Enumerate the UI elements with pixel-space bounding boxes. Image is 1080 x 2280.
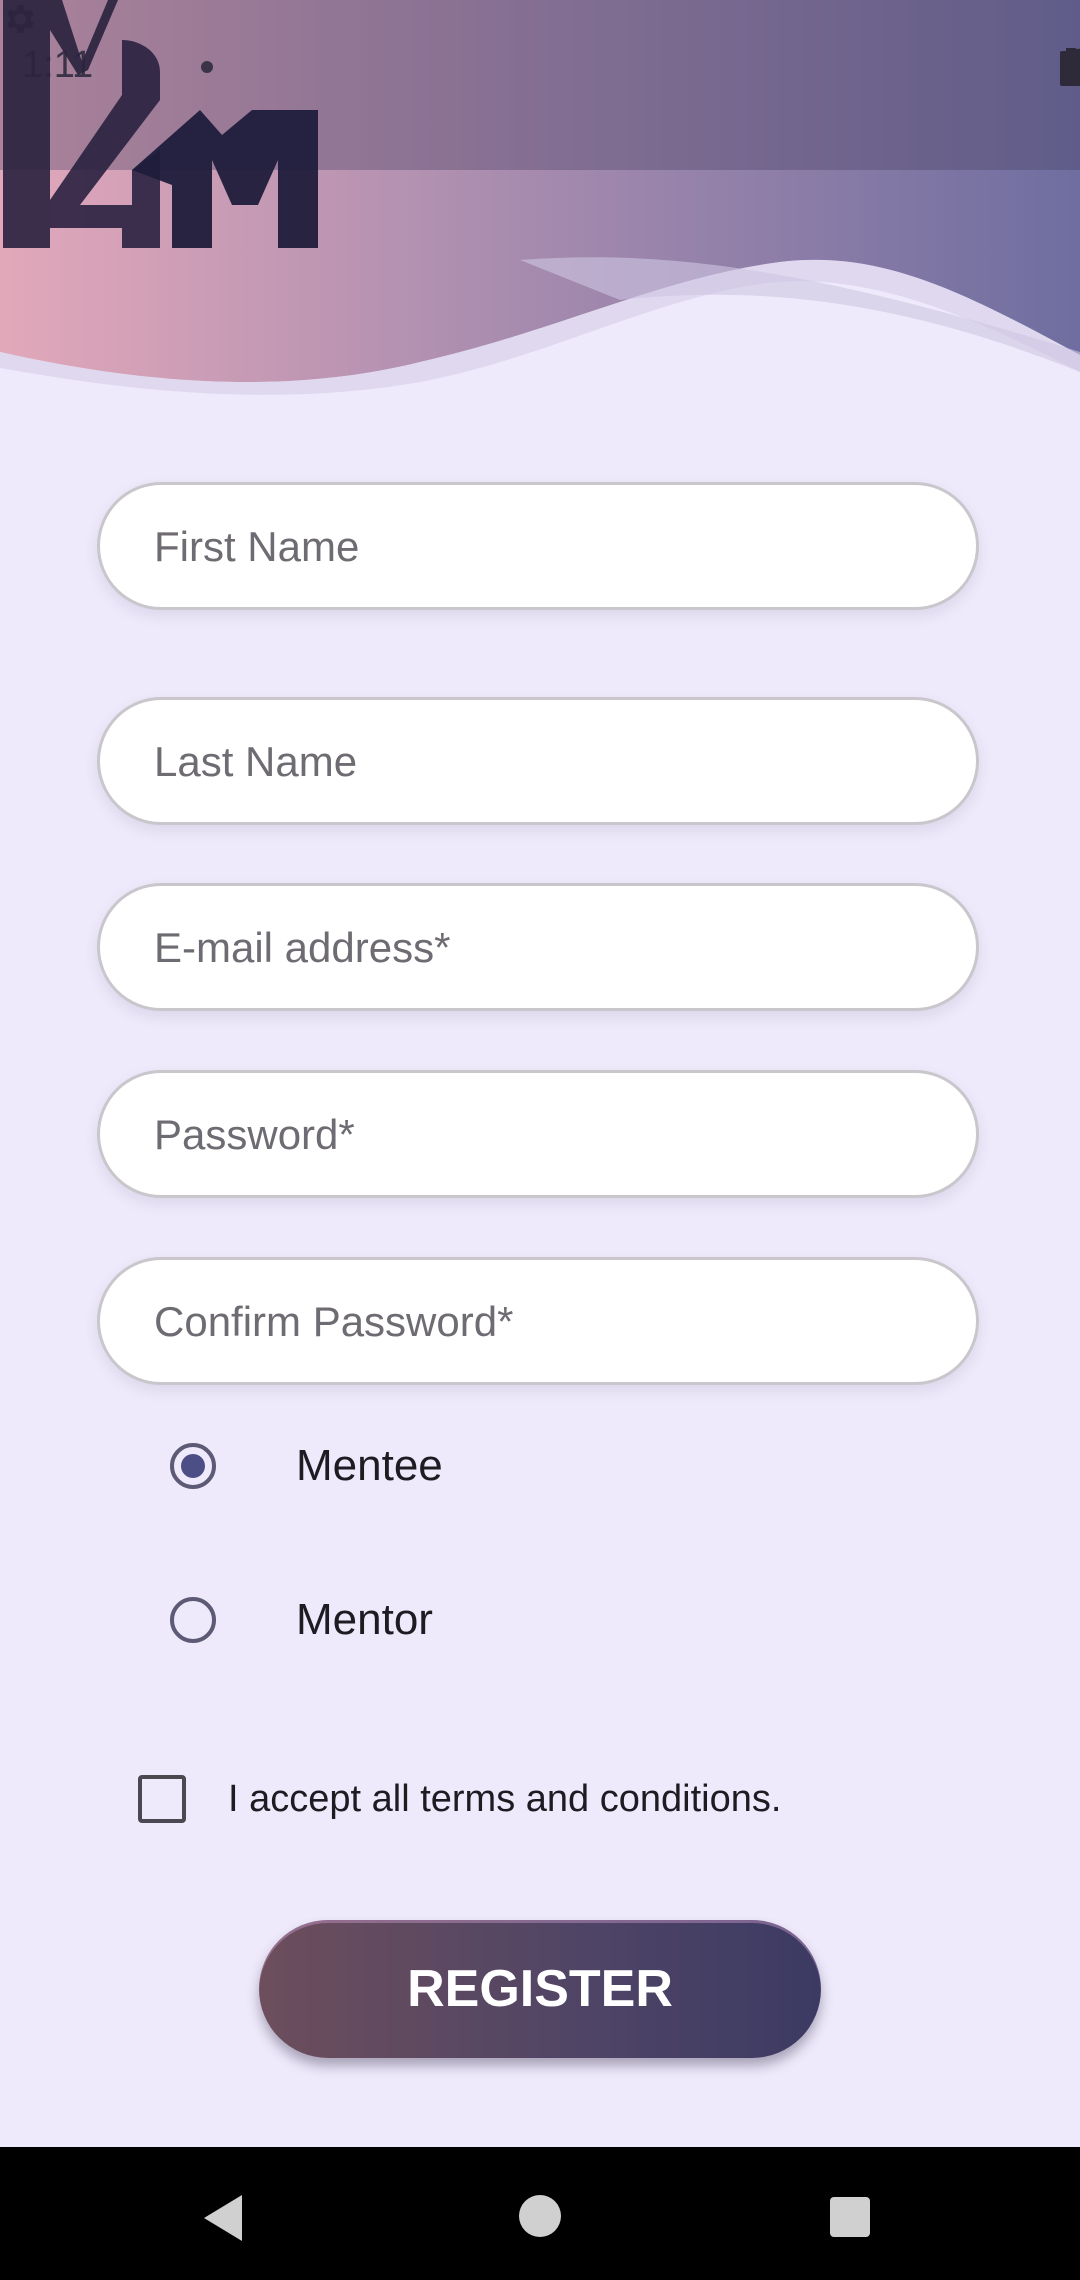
confirm-password-field[interactable]: [97, 1257, 979, 1385]
mentor-label: Mentor: [296, 1595, 433, 1644]
register-button[interactable]: REGISTER: [259, 1920, 821, 2058]
last-name-input[interactable]: [152, 700, 936, 824]
terms-row[interactable]: I accept all terms and conditions.: [138, 1775, 781, 1823]
radio-option-mentor[interactable]: Mentor: [170, 1595, 433, 1645]
first-name-input[interactable]: [152, 485, 936, 609]
password-input[interactable]: [152, 1073, 936, 1197]
home-icon[interactable]: [519, 2195, 561, 2237]
terms-checkbox[interactable]: [138, 1775, 186, 1823]
password-field[interactable]: [97, 1070, 979, 1198]
mentor-radio[interactable]: [170, 1597, 216, 1643]
recents-icon[interactable]: [830, 2197, 870, 2237]
mentee-label: Mentee: [296, 1441, 443, 1490]
battery-icon: [1060, 48, 1080, 86]
back-icon[interactable]: [204, 2195, 244, 2241]
terms-label: I accept all terms and conditions.: [228, 1777, 782, 1820]
confirm-password-input[interactable]: [152, 1260, 936, 1384]
first-name-field[interactable]: [97, 482, 979, 610]
radio-option-mentee[interactable]: Mentee: [170, 1441, 443, 1491]
email-input[interactable]: [152, 886, 936, 1010]
navigation-bar: [0, 2147, 1080, 2280]
app-logo: [3, 0, 318, 248]
header-banner: 1:11: [0, 0, 1080, 400]
last-name-field[interactable]: [97, 697, 979, 825]
mentee-radio[interactable]: [170, 1443, 216, 1489]
email-field[interactable]: [97, 883, 979, 1011]
